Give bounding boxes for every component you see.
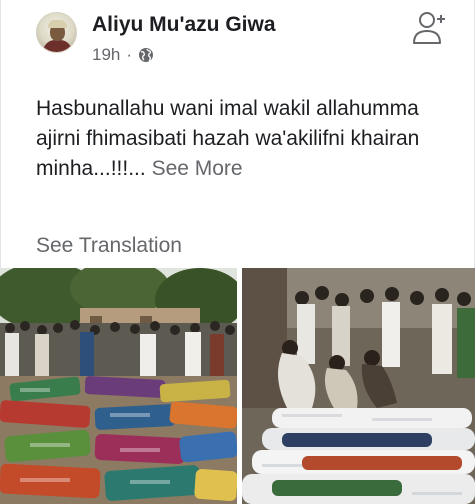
author-avatar[interactable] bbox=[36, 12, 77, 53]
post-photo-right[interactable] bbox=[242, 268, 475, 504]
see-translation-link[interactable]: See Translation bbox=[36, 234, 182, 258]
card-border-left bbox=[0, 0, 1, 268]
post-card: Aliyu Mu'azu Giwa 19h · Hasbunallahu wan… bbox=[0, 0, 475, 504]
see-more-link[interactable]: See More bbox=[152, 157, 243, 180]
post-photo-left[interactable] bbox=[0, 268, 237, 504]
post-time[interactable]: 19h bbox=[92, 45, 120, 65]
meta-separator: · bbox=[126, 45, 133, 64]
post-meta: 19h · bbox=[92, 45, 154, 65]
globe-icon bbox=[138, 47, 154, 63]
post-header: Aliyu Mu'azu Giwa 19h · bbox=[36, 10, 456, 70]
author-name[interactable]: Aliyu Mu'azu Giwa bbox=[92, 13, 276, 37]
add-friend-icon[interactable] bbox=[410, 10, 450, 46]
post-body: Hasbunallahu wani imal wakil allahumma a… bbox=[36, 94, 436, 184]
